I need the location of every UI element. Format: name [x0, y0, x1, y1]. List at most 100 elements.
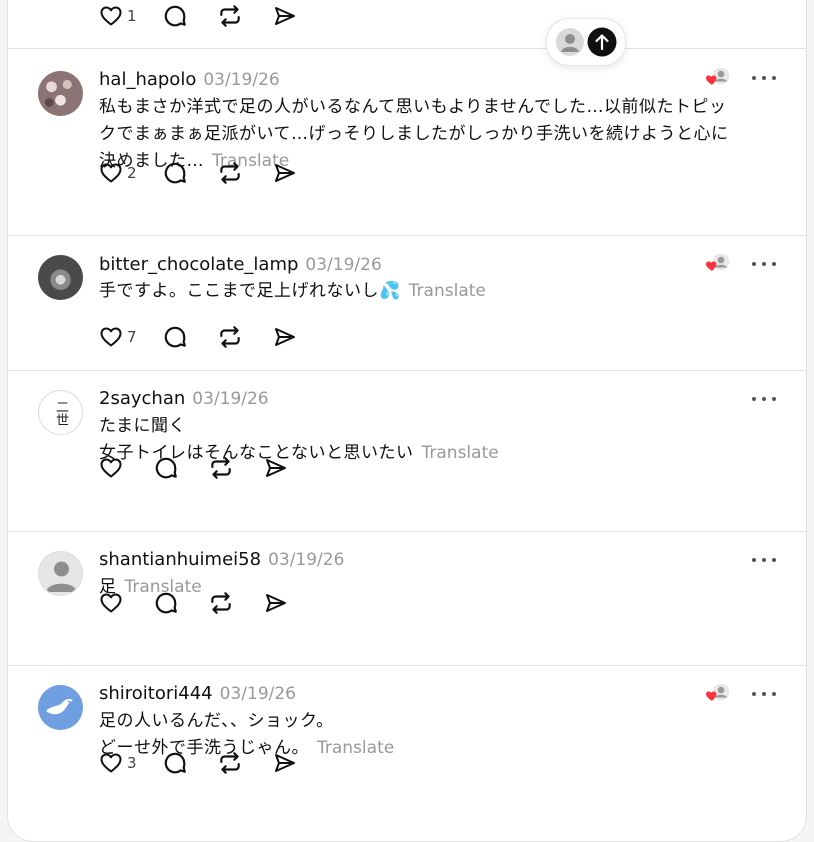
- post-date[interactable]: 03/19/26: [203, 70, 279, 90]
- like-count: 3: [127, 754, 137, 772]
- text-line: クでまぁまぁ足派がいて…げっそりしましたがしっかり手洗いを続けようと心に: [99, 124, 729, 144]
- author-liked-badge: [706, 252, 732, 274]
- share-icon: [274, 754, 295, 772]
- more-button[interactable]: [752, 554, 776, 566]
- post-item: shantianhuimei58 03/19/26 足 Translate: [8, 532, 806, 666]
- post-item: hal_hapolo 03/19/26 私もまさか洋式で足の人がいるなんて思いも…: [8, 49, 806, 236]
- author-liked-badge: [706, 66, 732, 88]
- post-actions: [97, 588, 289, 618]
- heart-icon: [706, 261, 717, 271]
- post-header: shiroitori444 03/19/26: [99, 683, 296, 704]
- comment-button[interactable]: [161, 324, 188, 351]
- share-button[interactable]: [271, 324, 298, 351]
- author-liked-badge: [706, 682, 732, 704]
- heart-icon: [100, 327, 121, 347]
- translate-link[interactable]: Translate: [317, 738, 394, 758]
- repost-icon: [219, 162, 240, 184]
- post-date[interactable]: 03/19/26: [220, 684, 296, 704]
- share-button[interactable]: [271, 3, 298, 30]
- username[interactable]: hal_hapolo: [99, 69, 196, 90]
- comment-button[interactable]: [152, 590, 179, 617]
- comment-icon: [164, 5, 186, 27]
- post-actions: 3: [97, 748, 298, 778]
- comment-icon: [155, 592, 177, 614]
- repost-button[interactable]: [216, 324, 243, 351]
- username[interactable]: 2saychan: [99, 388, 185, 409]
- translate-link[interactable]: Translate: [422, 443, 499, 463]
- scroll-to-top-button[interactable]: [546, 18, 626, 66]
- username[interactable]: bitter_chocolate_lamp: [99, 254, 298, 275]
- comment-button[interactable]: [161, 160, 188, 187]
- heart-icon: [100, 163, 121, 183]
- person-icon: [556, 28, 584, 56]
- post-actions: 7: [97, 322, 298, 352]
- post-actions: [97, 453, 289, 483]
- like-button[interactable]: [97, 160, 124, 187]
- person-icon: [46, 561, 77, 592]
- post-date[interactable]: 03/19/26: [268, 550, 344, 570]
- post-header: shantianhuimei58 03/19/26: [99, 549, 344, 570]
- share-button[interactable]: [262, 455, 289, 482]
- repost-button[interactable]: [216, 3, 243, 30]
- share-button[interactable]: [262, 590, 289, 617]
- bird-icon: [46, 699, 73, 715]
- comment-button[interactable]: [152, 455, 179, 482]
- translate-link[interactable]: Translate: [409, 281, 486, 301]
- repost-button[interactable]: [207, 455, 234, 482]
- arrow-up-icon: [587, 27, 617, 57]
- comment-button[interactable]: [161, 750, 188, 777]
- avatar[interactable]: [38, 685, 83, 730]
- text-line: たまに聞く: [99, 416, 186, 436]
- like-button[interactable]: [97, 590, 124, 617]
- post-actions: 2: [97, 158, 298, 188]
- post-date[interactable]: 03/19/26: [305, 255, 381, 275]
- share-icon: [265, 594, 286, 612]
- avatar[interactable]: [38, 71, 83, 116]
- post-header: 2saychan 03/19/26: [99, 388, 269, 409]
- repost-icon: [219, 5, 240, 27]
- more-button[interactable]: [752, 688, 776, 700]
- repost-button[interactable]: [207, 590, 234, 617]
- post-item: 二世 2saychan 03/19/26 たまに聞く 女子トイレはそんなことない…: [8, 371, 806, 532]
- share-button[interactable]: [271, 160, 298, 187]
- thread-feed: 1 hal_hapolo 03/19/26 私もまさか洋式で足の人がいるなんて思…: [7, 0, 807, 842]
- heart-icon: [100, 6, 121, 26]
- comment-icon: [164, 326, 186, 348]
- like-count: 7: [127, 328, 137, 346]
- post-actions: 1: [97, 1, 298, 31]
- avatar-text: 二世: [53, 399, 68, 426]
- avatar[interactable]: [38, 255, 83, 300]
- avatar[interactable]: [38, 551, 83, 596]
- share-icon: [274, 328, 295, 346]
- username[interactable]: shantianhuimei58: [99, 549, 261, 570]
- post-date[interactable]: 03/19/26: [192, 389, 268, 409]
- username[interactable]: shiroitori444: [99, 683, 213, 704]
- comment-icon: [164, 752, 186, 774]
- post-partial: 1: [8, 0, 806, 49]
- like-button[interactable]: [97, 324, 124, 351]
- post-header: bitter_chocolate_lamp 03/19/26: [99, 254, 382, 275]
- more-button[interactable]: [752, 258, 776, 270]
- comment-button[interactable]: [161, 3, 188, 30]
- share-icon: [265, 459, 286, 477]
- heart-icon: [706, 75, 717, 85]
- share-button[interactable]: [271, 750, 298, 777]
- repost-button[interactable]: [216, 160, 243, 187]
- more-button[interactable]: [752, 393, 776, 405]
- post-text: 手ですよ。ここまで足上げれないし💦 Translate: [99, 278, 779, 305]
- more-button[interactable]: [752, 72, 776, 84]
- share-icon: [274, 164, 295, 182]
- heart-icon: [706, 691, 717, 701]
- heart-icon: [100, 458, 121, 478]
- repost-icon: [210, 457, 231, 479]
- repost-icon: [219, 752, 240, 774]
- like-button[interactable]: [97, 3, 124, 30]
- like-button[interactable]: [97, 455, 124, 482]
- text-line: 足の人いるんだ、、ショック。: [99, 711, 334, 731]
- like-button[interactable]: [97, 750, 124, 777]
- like-count: 1: [127, 7, 137, 25]
- heart-icon: [100, 753, 121, 773]
- share-icon: [274, 7, 295, 25]
- avatar[interactable]: 二世: [38, 390, 83, 435]
- repost-button[interactable]: [216, 750, 243, 777]
